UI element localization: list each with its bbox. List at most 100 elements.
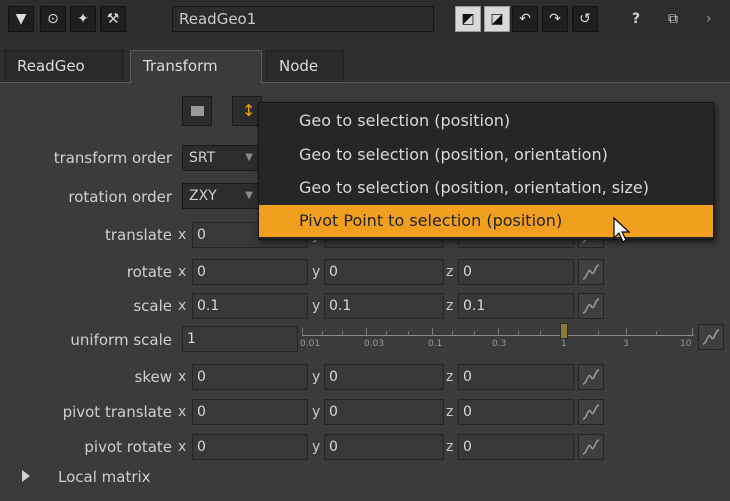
scale-y-axis: y (312, 298, 321, 314)
help-button[interactable]: ? (632, 6, 640, 32)
skew-x-field[interactable]: 0 (192, 364, 308, 390)
pivot-rotate-x-axis: x (178, 439, 187, 455)
slider-tick (692, 328, 693, 336)
undo-icon[interactable]: ↶ (512, 6, 538, 32)
folder-button[interactable] (182, 96, 212, 126)
rotate-x-axis: x (178, 264, 187, 280)
pivot-rotate-z-field[interactable]: 0 (458, 434, 574, 460)
pivot-translate-curve-button[interactable] (578, 399, 604, 425)
slider-tick (302, 328, 303, 336)
pivot-translate-x-field[interactable]: 0 (192, 399, 308, 425)
pivot-translate-z-field[interactable]: 0 (458, 399, 574, 425)
redo-icon[interactable]: ↷ (542, 6, 568, 32)
pivot-rotate-z-axis: z (446, 439, 454, 455)
rotation-order-dropdown[interactable]: ZXY ▼ (182, 183, 260, 209)
slider-tick (598, 331, 599, 336)
close-icon[interactable]: › (706, 6, 712, 32)
skew-z-axis: z (446, 369, 454, 385)
skew-x-axis: x (178, 369, 187, 385)
tab-transform[interactable]: Transform (130, 50, 262, 83)
expand-arrow-icon[interactable] (22, 470, 30, 482)
color-swatch-2-icon[interactable]: ◪ (484, 6, 510, 32)
pivot-rotate-y-axis: y (312, 439, 321, 455)
slider-tick (342, 331, 343, 336)
pivot-rotate-y-field[interactable]: 0 (324, 434, 444, 460)
rotate-y-axis: y (312, 264, 321, 280)
pivot-translate-label: pivot translate (62, 403, 172, 421)
tab-readgeo[interactable]: ReadGeo (4, 50, 124, 82)
transform-order-dropdown[interactable]: SRT ▼ (182, 145, 260, 171)
slider-tick-label: 3 (623, 339, 629, 349)
slider-tick (474, 331, 475, 336)
slider-tick-label: 10 (680, 339, 692, 349)
curve-icon (582, 404, 600, 420)
transform-order-label: transform order (53, 149, 172, 167)
mouse-cursor-icon (613, 216, 631, 243)
pivot-rotate-x-field[interactable]: 0 (192, 434, 308, 460)
rotate-z-field[interactable]: 0 (458, 259, 574, 285)
rotation-order-label: rotation order (68, 188, 172, 206)
pivot-translate-y-axis: y (312, 404, 321, 420)
rotate-label: rotate (126, 263, 172, 281)
skew-y-axis: y (312, 369, 321, 385)
rotate-curve-button[interactable] (578, 259, 604, 285)
skew-curve-button[interactable] (578, 364, 604, 390)
slider-tick (626, 328, 627, 336)
tab-bar: ReadGeo Transform Node (0, 38, 730, 83)
center-icon[interactable]: ⊙ (40, 6, 66, 32)
node-color-icon[interactable]: ✦ (70, 6, 96, 32)
transform-order-value: SRT (189, 150, 216, 166)
pivot-translate-x-axis: x (178, 404, 187, 420)
curve-icon (582, 298, 600, 314)
revert-icon[interactable]: ↺ (572, 6, 598, 32)
slider-tick (540, 331, 541, 336)
slider-tick-label: 0.03 (364, 339, 385, 349)
skew-y-field[interactable]: 0 (324, 364, 444, 390)
toolbar: ▼ ⊙ ✦ ⚒ ReadGeo1 ◩ ◪ ↶ ↷ ↺ ? ⧉ › (0, 0, 730, 39)
rotate-y-field[interactable]: 0 (324, 259, 444, 285)
color-swatch-icon[interactable]: ◩ (455, 6, 481, 32)
skew-label: skew (134, 368, 172, 386)
pivot-translate-y-field[interactable]: 0 (324, 399, 444, 425)
uniform-scale-field[interactable]: 1 (182, 326, 298, 352)
scale-z-axis: z (446, 298, 454, 314)
curve-icon (702, 329, 720, 345)
curve-icon (582, 369, 600, 385)
tab-node[interactable]: Node (266, 50, 344, 82)
folder-icon (191, 106, 204, 116)
collapse-icon[interactable]: ▼ (8, 6, 34, 32)
slider-tick (452, 331, 453, 336)
curve-icon (582, 264, 600, 280)
menu-item-geo-position[interactable]: Geo to selection (position) (259, 105, 713, 137)
slider-tick-label: 0.01 (300, 339, 321, 349)
chevron-down-icon: ▼ (245, 152, 253, 163)
uniform-scale-slider[interactable]: 0.01 0.03 0.1 0.3 1 3 10 (300, 323, 694, 349)
scale-y-field[interactable]: 0.1 (324, 293, 444, 319)
slider-tick (408, 331, 409, 336)
slider-handle[interactable] (560, 323, 568, 339)
pivot-rotate-curve-button[interactable] (578, 434, 604, 460)
menu-item-geo-position-orientation[interactable]: Geo to selection (position, orientation) (259, 139, 713, 171)
slider-tick-label: 1 (561, 339, 567, 349)
float-panel-button[interactable]: ⧉ (668, 6, 678, 32)
translate-x-axis: x (178, 227, 187, 243)
scale-x-field[interactable]: 0.1 (192, 293, 308, 319)
slider-tick (656, 331, 657, 336)
node-name-field[interactable]: ReadGeo1 (172, 6, 434, 32)
local-matrix-toggle[interactable]: Local matrix (58, 468, 151, 486)
snap-popup-menu: Geo to selection (position) Geo to selec… (258, 102, 714, 240)
uniform-scale-curve-button[interactable] (698, 324, 724, 350)
rotation-order-value: ZXY (189, 188, 217, 204)
slider-tick (366, 328, 367, 336)
uniform-scale-label: uniform scale (70, 331, 172, 349)
rotate-x-field[interactable]: 0 (192, 259, 308, 285)
menu-item-geo-position-orientation-size[interactable]: Geo to selection (position, orientation,… (259, 172, 713, 204)
scale-z-field[interactable]: 0.1 (458, 293, 574, 319)
menu-item-pivot-position[interactable]: Pivot Point to selection (position) (259, 205, 713, 237)
scale-label: scale (133, 297, 172, 315)
curve-icon (582, 439, 600, 455)
scale-curve-button[interactable] (578, 293, 604, 319)
slider-tick (432, 328, 433, 336)
skew-z-field[interactable]: 0 (458, 364, 574, 390)
wrench-icon[interactable]: ⚒ (100, 6, 126, 32)
